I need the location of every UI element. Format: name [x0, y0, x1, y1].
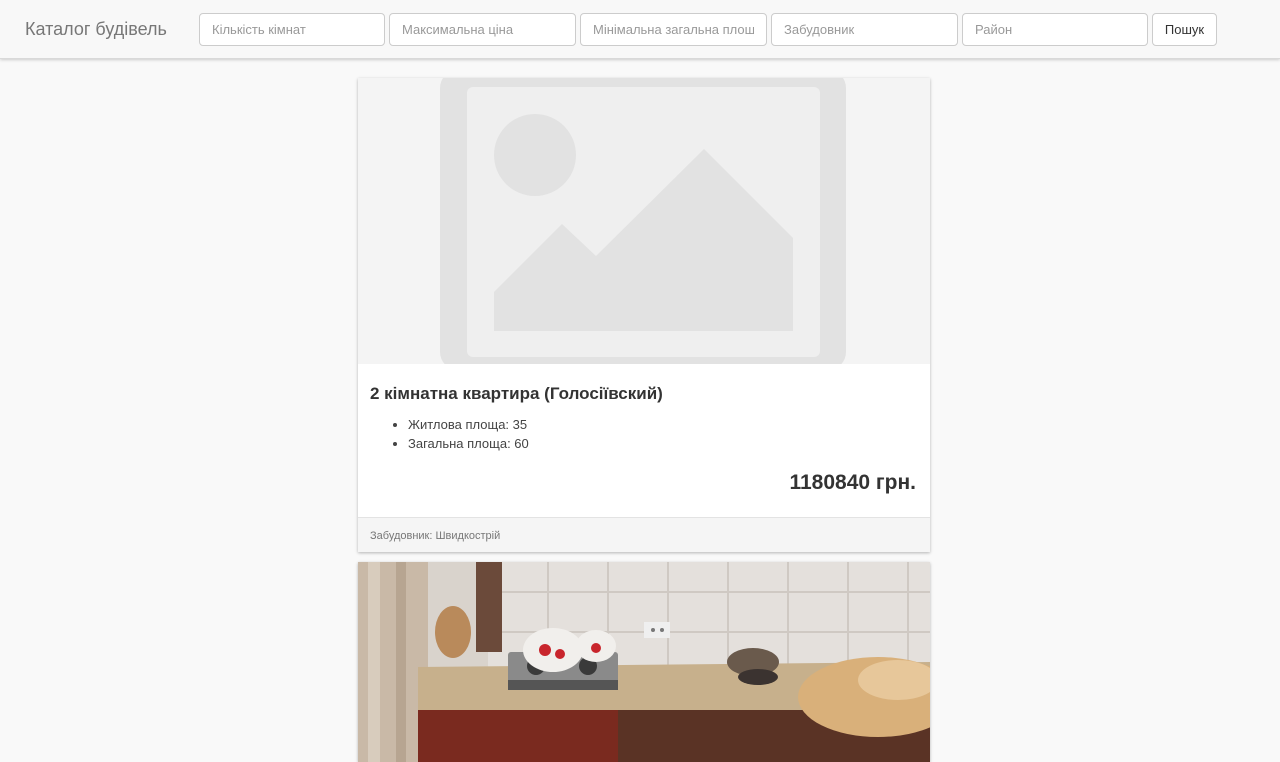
image-placeholder-icon[interactable] — [358, 78, 930, 370]
developer-input[interactable] — [771, 13, 958, 46]
max-price-input[interactable] — [389, 13, 576, 46]
search-button[interactable]: Пошук — [1152, 13, 1217, 46]
brand-title[interactable]: Каталог будівель — [25, 18, 167, 40]
card-footer: Забудовник: Швидкострій — [358, 517, 930, 552]
listing-price: 1180840 грн. — [789, 471, 916, 494]
listing-title[interactable]: 2 кімнатна квартира (Голосіївский) — [370, 384, 663, 404]
developer-label: Забудовник: Швидкострій — [370, 530, 501, 542]
min-area-input[interactable] — [580, 13, 767, 46]
feature-item-living-area: Житлова площа: 35 — [408, 415, 529, 434]
feature-list: Житлова площа: 35 Загальна площа: 60 — [408, 415, 529, 453]
kitchen-photo[interactable] — [358, 562, 930, 762]
feature-item-total-area: Загальна площа: 60 — [408, 434, 529, 453]
listing-card — [358, 562, 930, 762]
listing-card: 2 кімнатна квартира (Голосіївский) Житло… — [358, 78, 930, 552]
rooms-count-input[interactable] — [199, 13, 385, 46]
district-input[interactable] — [962, 13, 1148, 46]
navbar: Каталог будівель Пошук — [0, 0, 1280, 59]
